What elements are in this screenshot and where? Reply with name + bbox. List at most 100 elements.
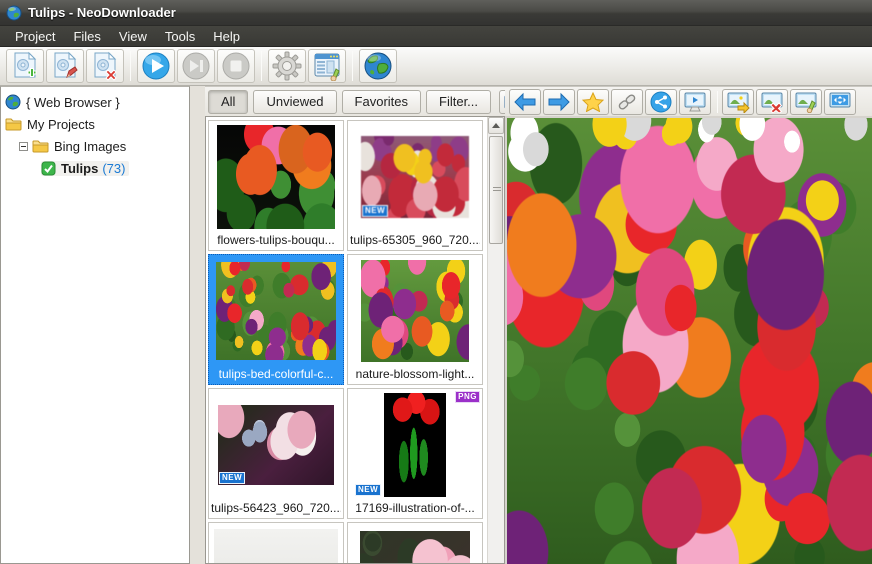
thumbnail-caption: 17169-illustration-of-...	[355, 501, 475, 515]
copy-link-icon	[616, 92, 638, 112]
new-badge: NEW	[220, 473, 245, 483]
tab-unviewed[interactable]: Unviewed	[253, 89, 337, 114]
delete-project-button[interactable]	[86, 49, 124, 83]
thumbnail-cell[interactable]: NEW tulips-56423_960_720....	[208, 388, 344, 519]
tree-item-label: Tulips	[61, 160, 99, 176]
toolbar-separator	[717, 90, 718, 113]
thumbnail-caption: tulips-56423_960_720....	[211, 501, 341, 515]
tree-item-tulips[interactable]: Tulips (73)	[5, 157, 189, 179]
window-title: Tulips - NeoDownloader	[28, 5, 176, 20]
thumbnail-cell[interactable]: PNG NEW 17169-illustration-of-...	[347, 388, 483, 519]
thumbnail-image: NEW	[361, 136, 469, 218]
preview-toolbar	[505, 86, 872, 116]
back-icon	[513, 92, 537, 112]
panel-splitter[interactable]	[190, 86, 205, 564]
app-window: Tulips - NeoDownloader Project Files Vie…	[0, 0, 872, 564]
options-button[interactable]	[268, 49, 306, 83]
set-wallpaper-button[interactable]	[790, 88, 822, 115]
thumbnail-image	[360, 531, 470, 563]
new-badge: NEW	[356, 485, 381, 495]
delete-project-icon	[91, 51, 119, 81]
tab-all[interactable]: All	[208, 89, 249, 114]
forward-icon	[547, 92, 571, 112]
export-image-button[interactable]	[722, 88, 754, 115]
copy-link-button[interactable]	[611, 88, 643, 115]
thumbnail-caption: flowers-tulips-bouqu...	[217, 233, 335, 247]
new-project-button[interactable]	[6, 49, 44, 83]
thumbnail-image: NEW	[356, 393, 446, 497]
fullscreen-icon	[828, 91, 852, 113]
tree-item-bing-images[interactable]: Bing Images	[5, 135, 189, 157]
menu-project[interactable]: Project	[6, 28, 64, 45]
thumbnail-caption: tulips-65305_960_720....	[350, 233, 480, 247]
favorite-button[interactable]	[577, 88, 609, 115]
tab-favorites[interactable]: Favorites	[341, 89, 422, 114]
slideshow-button[interactable]	[679, 88, 711, 115]
start-download-icon	[141, 51, 171, 81]
thumbnail-image	[216, 262, 336, 360]
forward-button[interactable]	[543, 88, 575, 115]
project-tree: { Web Browser } My Projects Bing Images …	[0, 86, 190, 564]
thumbnail-cell[interactable]: flowers-tulips-bouqu...	[208, 120, 344, 251]
project-wizard-button[interactable]	[308, 49, 346, 83]
edit-project-button[interactable]	[46, 49, 84, 83]
up-arrow-icon	[492, 123, 500, 128]
new-project-icon	[11, 51, 39, 81]
preview-image[interactable]	[505, 116, 872, 564]
scroll-up-button[interactable]	[488, 117, 504, 134]
collapse-expander-icon[interactable]	[19, 141, 28, 151]
scrollbar-thumb[interactable]	[489, 136, 503, 244]
tab-filter[interactable]: Filter...	[426, 89, 492, 114]
thumbnail-list: flowers-tulips-bouqu... NEW tulips-65305…	[205, 116, 505, 564]
resume-download-button[interactable]	[177, 49, 215, 83]
favorite-star-icon	[582, 91, 604, 112]
menu-view[interactable]: View	[110, 28, 156, 45]
tree-item-my-projects[interactable]: My Projects	[5, 113, 189, 135]
menu-tools[interactable]: Tools	[156, 28, 204, 45]
thumbnail-caption: nature-blossom-light...	[355, 367, 475, 381]
thumbnail-cell-selected[interactable]: tulips-bed-colorful-c...	[208, 254, 344, 385]
folder-icon	[5, 117, 22, 131]
thumbnail-cell[interactable]	[208, 522, 344, 563]
toolbar-separator	[352, 51, 353, 81]
filter-tab-bar: All Unviewed Favorites Filter...	[205, 86, 555, 116]
tree-item-label: Bing Images	[54, 138, 127, 154]
toolbar-separator	[130, 51, 131, 81]
thumbnail-caption: tulips-bed-colorful-c...	[218, 367, 334, 381]
delete-image-button[interactable]	[756, 88, 788, 115]
web-browser-globe-icon	[363, 51, 393, 81]
export-image-icon	[726, 91, 750, 113]
delete-image-icon	[760, 91, 784, 113]
thumbnail-image	[217, 125, 335, 229]
set-wallpaper-icon	[794, 91, 818, 113]
menu-bar: Project Files View Tools Help	[0, 26, 872, 47]
app-globe-icon	[6, 5, 22, 21]
menu-help[interactable]: Help	[204, 28, 249, 45]
stop-download-button[interactable]	[217, 49, 255, 83]
start-download-button[interactable]	[137, 49, 175, 83]
tree-item-web-browser[interactable]: { Web Browser }	[5, 91, 189, 113]
thumbnail-image	[214, 529, 338, 563]
menu-files[interactable]: Files	[64, 28, 109, 45]
resume-download-icon	[181, 51, 211, 81]
thumbnail-cell[interactable]: nature-blossom-light...	[347, 254, 483, 385]
checked-checkbox-icon[interactable]	[41, 161, 56, 176]
thumbnail-cell[interactable]	[347, 522, 483, 563]
fullscreen-button[interactable]	[824, 88, 856, 115]
thumbnail-scrollbar[interactable]	[487, 117, 504, 563]
slideshow-icon	[683, 91, 707, 113]
main-toolbar	[0, 47, 872, 86]
web-browser-button[interactable]	[359, 49, 397, 83]
share-button[interactable]	[645, 88, 677, 115]
edit-project-icon	[51, 51, 79, 81]
preview-panel	[505, 86, 872, 564]
item-count: (73)	[102, 160, 126, 176]
back-button[interactable]	[509, 88, 541, 115]
tree-item-label: { Web Browser }	[26, 94, 120, 110]
thumbnail-panel: All Unviewed Favorites Filter... flowers…	[205, 86, 555, 564]
main-area: { Web Browser } My Projects Bing Images …	[0, 86, 872, 564]
share-icon	[650, 91, 672, 113]
globe-icon	[5, 94, 21, 110]
toolbar-separator	[261, 51, 262, 81]
thumbnail-cell[interactable]: NEW tulips-65305_960_720....	[347, 120, 483, 251]
